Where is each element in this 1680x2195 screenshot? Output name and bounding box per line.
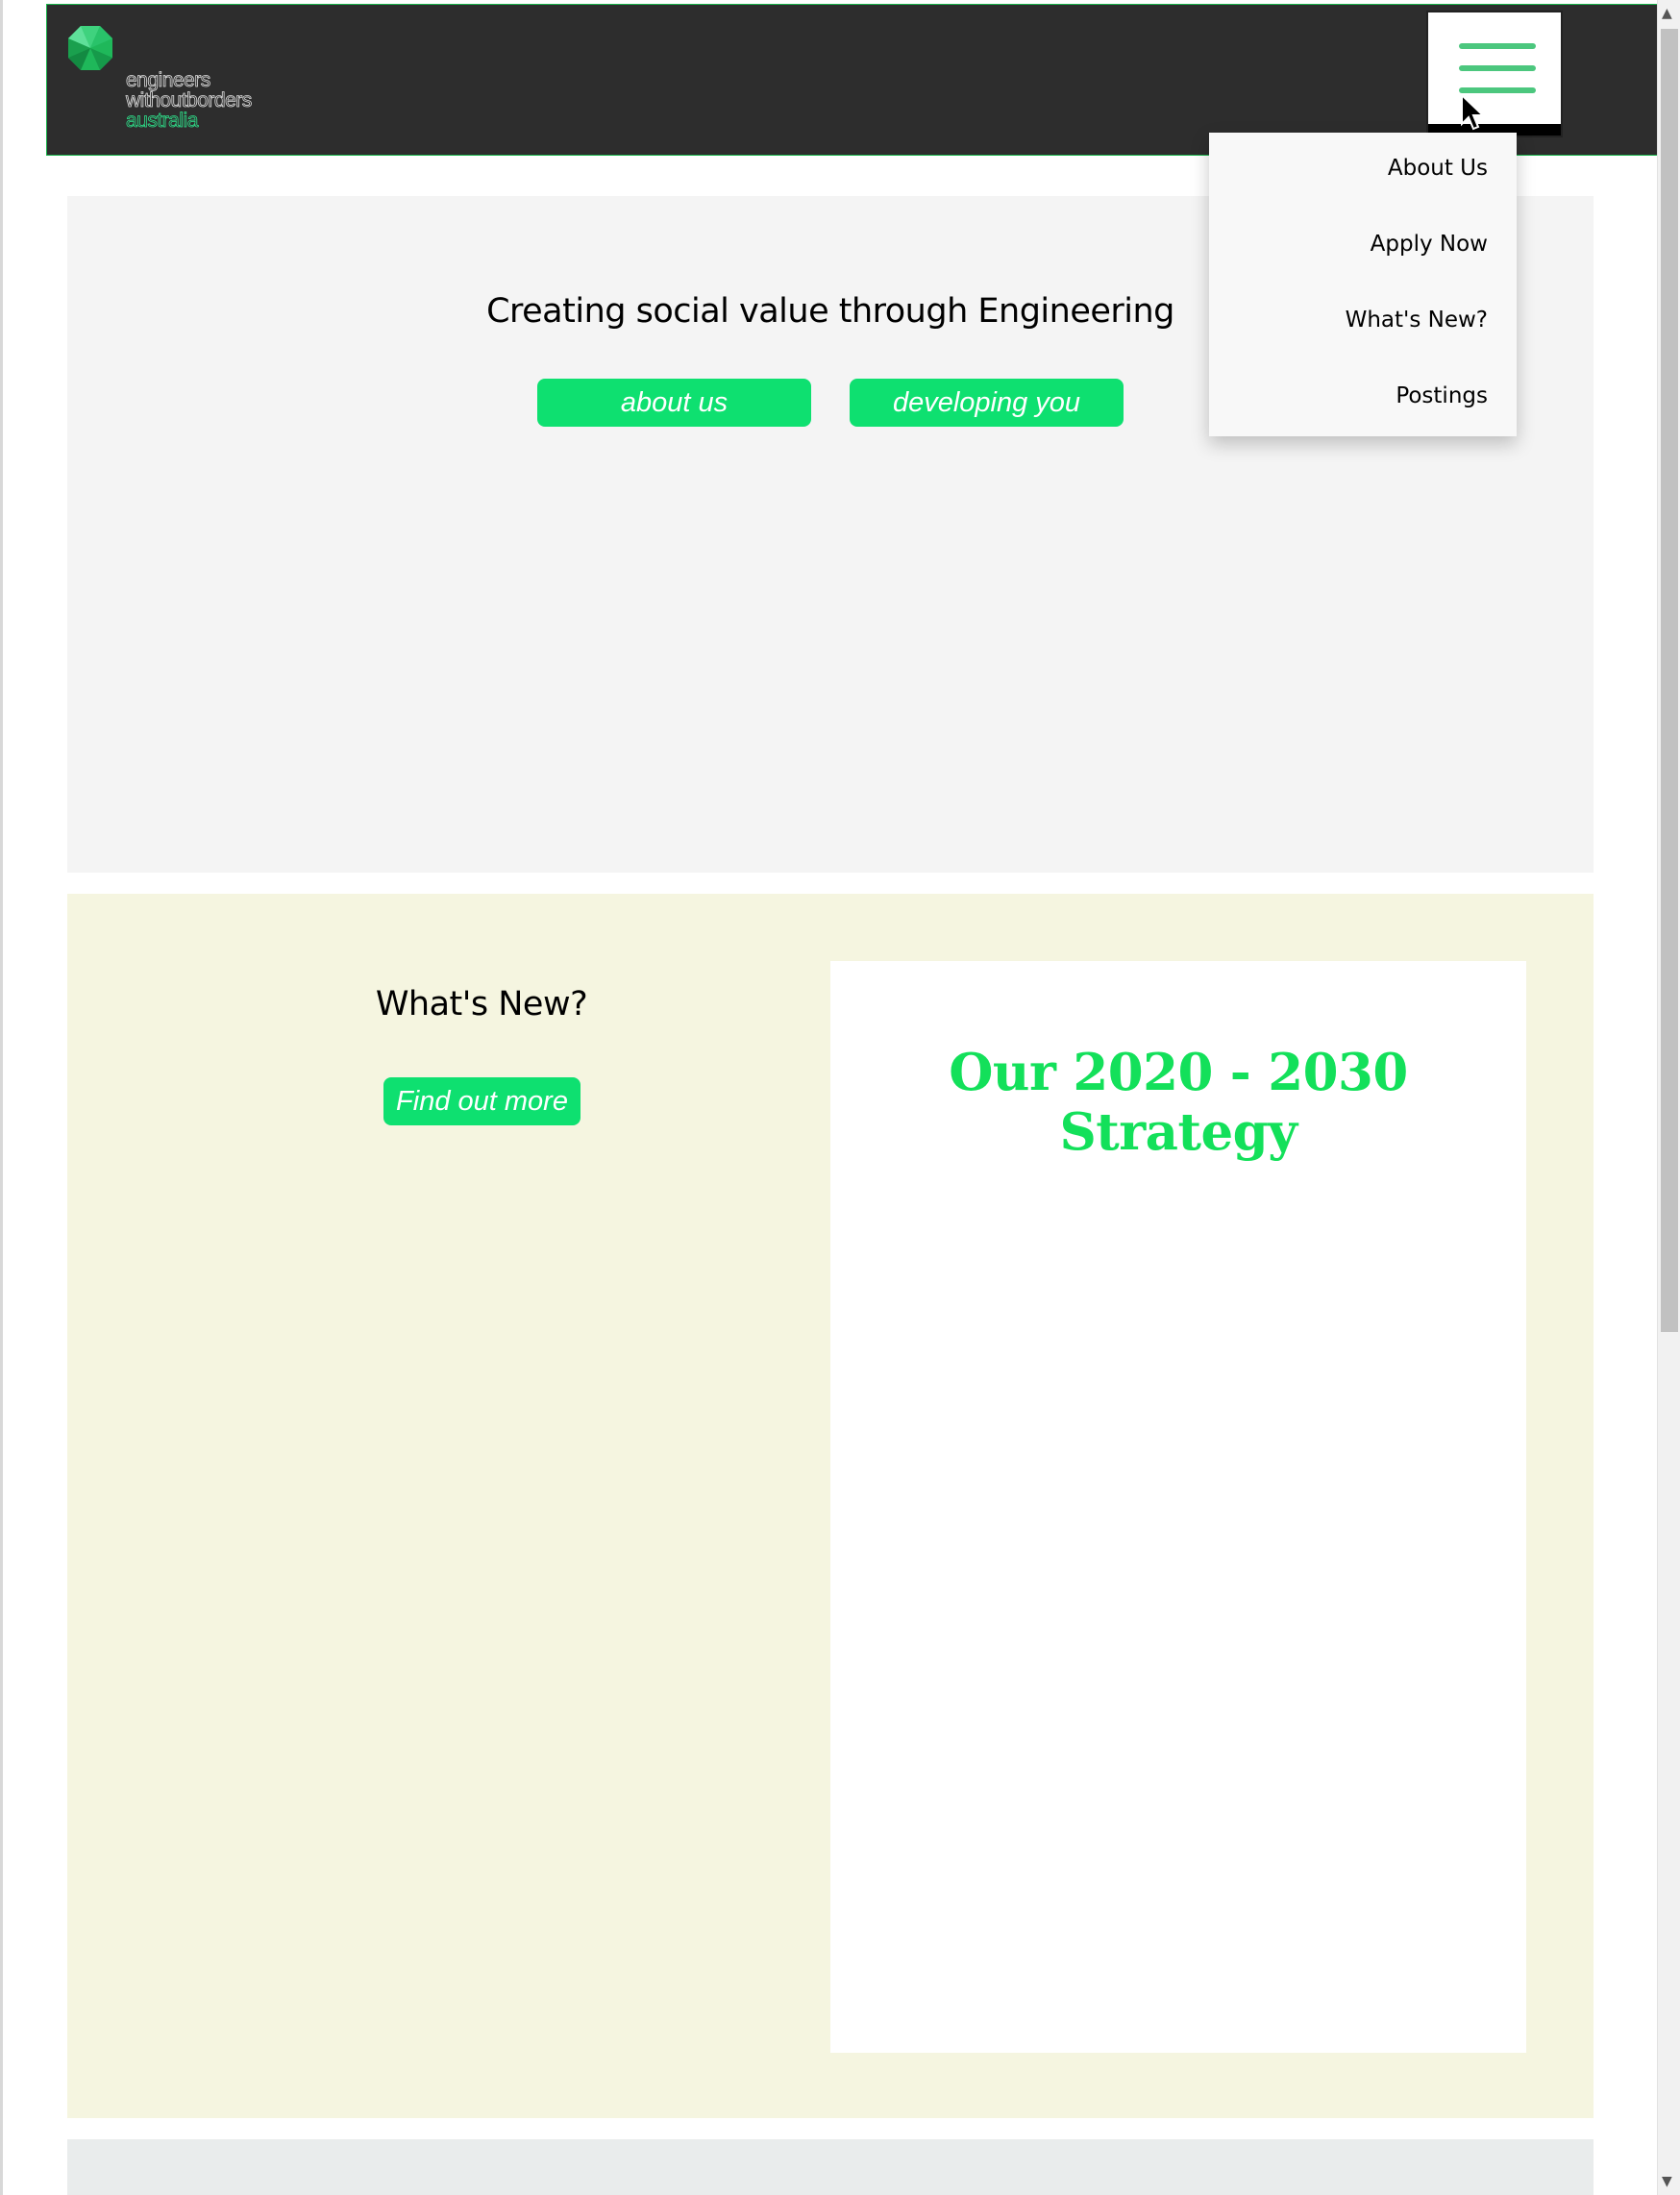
find-out-more-button[interactable]: Find out more [383, 1077, 581, 1125]
developing-you-button[interactable]: developing you [850, 379, 1124, 427]
window-border [0, 0, 3, 2195]
scroll-down-arrow-icon[interactable]: ▼ [1662, 2174, 1672, 2189]
logo-line-australia: australia [126, 110, 199, 132]
hamburger-bar [1459, 65, 1536, 71]
whats-new-section: What's New? Find out more Our 2020 - 203… [67, 894, 1594, 2118]
strategy-card[interactable]: Our 2020 - 2030 Strategy [830, 961, 1526, 2053]
hamburger-menu-button[interactable] [1426, 11, 1563, 137]
mouse-cursor-icon [1461, 93, 1485, 131]
next-section [67, 2139, 1594, 2195]
menu-item-about-us[interactable]: About Us [1388, 156, 1488, 181]
logo-line-engineers: engineers [126, 69, 211, 91]
hamburger-menu-icon [1459, 43, 1536, 49]
logo-line-withoutborders: withoutborders [126, 89, 253, 111]
logo-wordmark: engineers withoutborders australia [126, 69, 253, 132]
about-us-button[interactable]: about us [537, 379, 811, 427]
scrollbar-thumb[interactable] [1661, 29, 1678, 1332]
nav-dropdown-menu: About Us Apply Now What's New? Postings [1209, 133, 1517, 436]
strategy-title: Our 2020 - 2030 Strategy [949, 1043, 1408, 1162]
menu-item-whats-new[interactable]: What's New? [1346, 308, 1488, 333]
menu-item-postings[interactable]: Postings [1396, 383, 1488, 408]
vertical-scrollbar[interactable]: ▲ ▼ [1657, 0, 1680, 2195]
ewb-logo[interactable]: engineers withoutborders australia [66, 24, 278, 135]
menu-item-apply-now[interactable]: Apply Now [1371, 232, 1488, 257]
scroll-up-arrow-icon[interactable]: ▲ [1662, 6, 1672, 21]
whats-new-title: What's New? [375, 985, 588, 1024]
octagon-logo-icon [68, 26, 112, 70]
